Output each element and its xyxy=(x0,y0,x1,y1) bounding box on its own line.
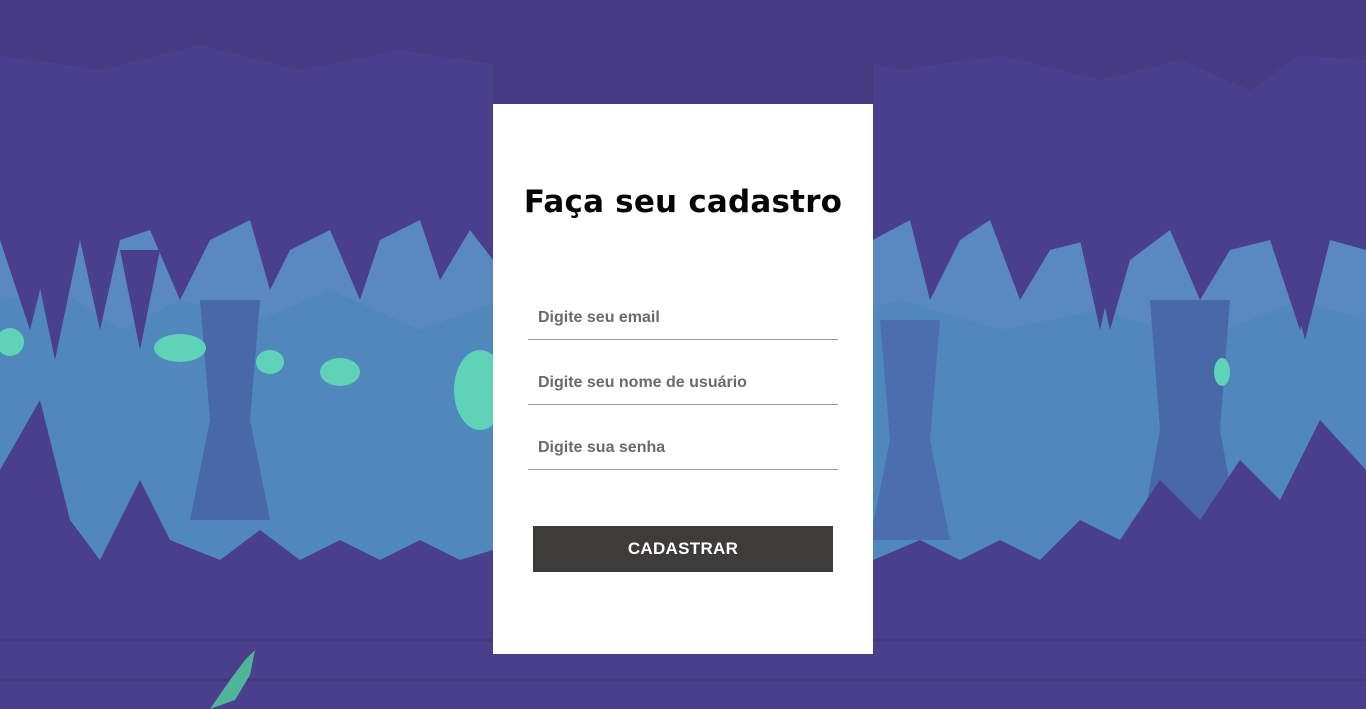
signup-card: Faça seu cadastro CADASTRAR xyxy=(493,104,873,654)
password-field-wrapper xyxy=(528,426,838,470)
email-input[interactable] xyxy=(528,296,838,339)
signup-submit-button[interactable]: CADASTRAR xyxy=(533,526,833,572)
email-field-wrapper xyxy=(528,296,838,340)
signup-title: Faça seu cadastro xyxy=(523,184,843,220)
username-field-wrapper xyxy=(528,361,838,405)
username-input[interactable] xyxy=(528,361,838,404)
password-input[interactable] xyxy=(528,426,838,469)
